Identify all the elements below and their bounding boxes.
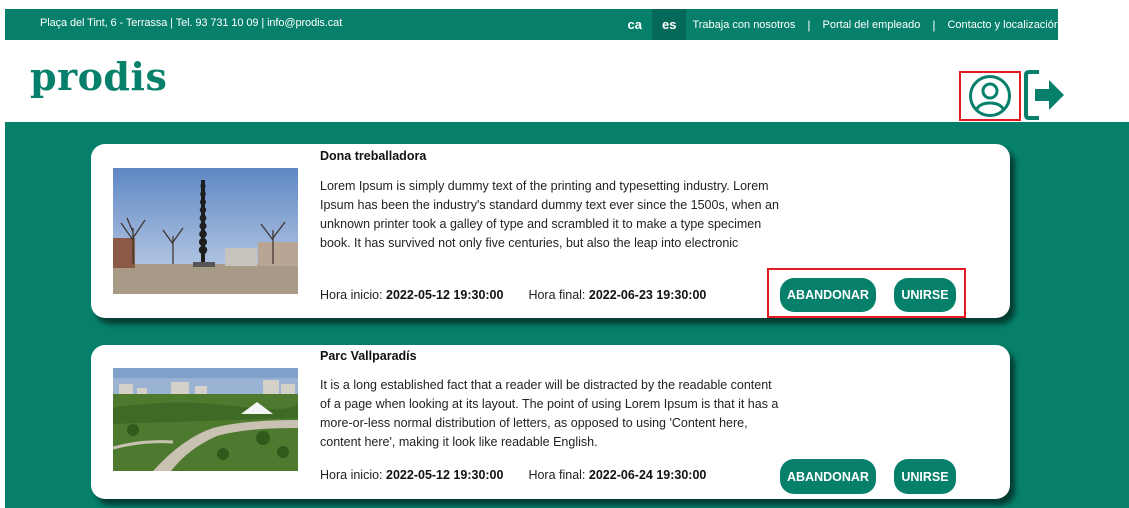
nav-separator: | [807, 17, 811, 32]
activity-image [113, 168, 298, 294]
user-circle-icon [969, 75, 1011, 117]
activity-description: Lorem Ipsum is simply dummy text of the … [320, 179, 779, 250]
join-button[interactable]: UNIRSE [894, 278, 956, 312]
activity-card: Dona treballadora Lorem Ipsum is simply … [91, 144, 1010, 318]
activity-card: Parc Vallparadís It is a long establishe… [91, 345, 1010, 499]
end-time-value: 2022-06-24 19:30:00 [588, 468, 707, 482]
lang-ca[interactable]: ca [618, 9, 652, 40]
start-time-label: Hora inicio: [320, 288, 383, 302]
prodis-logo[interactable]: prodis [30, 54, 167, 99]
top-bar: Plaça del Tint, 6 - Terrassa | Tel. 93 7… [5, 9, 1060, 40]
header-blank [1058, 0, 1129, 40]
activity-title: Dona treballadora [320, 149, 427, 163]
activity-times: Hora inicio: 2022-05-12 19:30:00 Hora fi… [320, 288, 706, 302]
activity-title: Parc Vallparadís [320, 349, 417, 363]
end-time-label: Hora final: [528, 468, 586, 482]
link-work-with-us[interactable]: Trabaja con nosotros [692, 19, 795, 31]
end-time-label: Hora final: [528, 288, 586, 302]
nav-separator: | [932, 17, 936, 32]
top-nav: ca es Trabaja con nosotros | Portal del … [618, 9, 1060, 40]
contact-info: Plaça del Tint, 6 - Terrassa | Tel. 93 7… [40, 17, 343, 29]
start-time-value: 2022-05-12 19:30:00 [386, 288, 504, 302]
activity-image [113, 368, 298, 471]
leave-button[interactable]: ABANDONAR [780, 278, 876, 312]
lang-es[interactable]: es [651, 9, 687, 40]
main-content: Dona treballadora Lorem Ipsum is simply … [5, 122, 1129, 508]
logout-button[interactable] [1023, 68, 1067, 122]
logout-arrow-icon [1024, 70, 1064, 120]
link-employee-portal[interactable]: Portal del empleado [823, 19, 921, 31]
activity-times: Hora inicio: 2022-05-12 19:30:00 Hora fi… [320, 468, 706, 482]
link-contact-location[interactable]: Contacto y localización [947, 19, 1060, 31]
start-time-value: 2022-05-12 19:30:00 [386, 468, 504, 482]
page: Plaça del Tint, 6 - Terrassa | Tel. 93 7… [0, 0, 1129, 508]
activity-description: It is a long established fact that a rea… [320, 378, 779, 449]
join-button[interactable]: UNIRSE [894, 459, 956, 494]
user-profile-button[interactable] [959, 71, 1021, 121]
leave-button[interactable]: ABANDONAR [780, 459, 876, 494]
start-time-label: Hora inicio: [320, 468, 383, 482]
end-time-value: 2022-06-23 19:30:00 [588, 288, 707, 302]
